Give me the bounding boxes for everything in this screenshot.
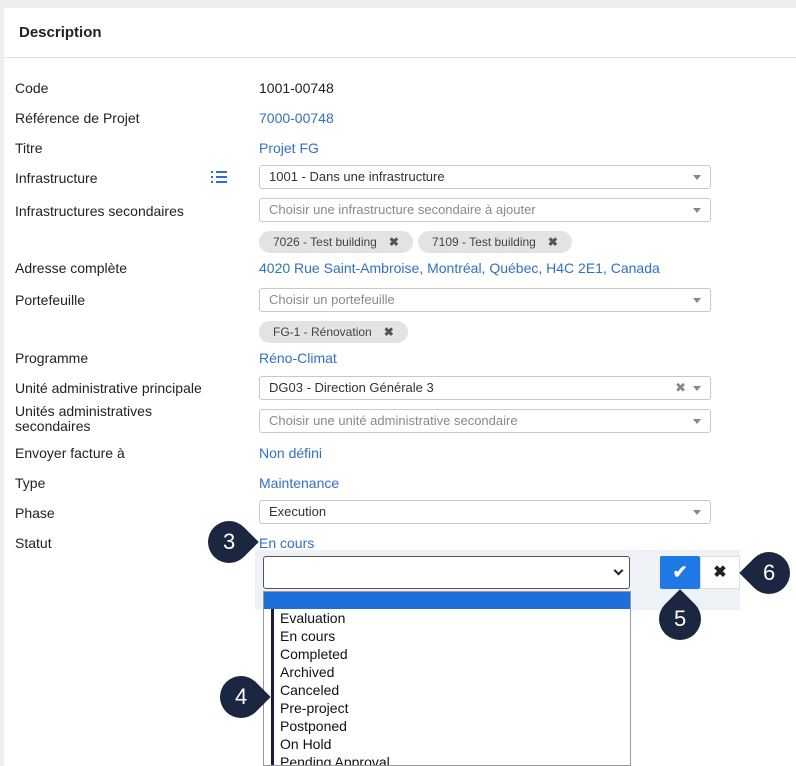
program-label: Programme (15, 350, 89, 366)
invoice-to-label: Envoyer facture à (15, 445, 125, 461)
type-label: Type (15, 475, 46, 491)
main-admin-unit-select[interactable]: DG03 - Direction Générale 3 ✖ (259, 376, 711, 400)
caret-down-icon (693, 175, 701, 180)
status-label: Statut (15, 535, 52, 551)
portfolio-placeholder: Choisir un portefeuille (269, 292, 395, 307)
infrastructure-select[interactable]: 1001 - Dans une infrastructure (259, 165, 711, 189)
secondary-admin-units-label-line1: Unités administratives (15, 403, 152, 419)
secondary-admin-units-label: Unités administratives secondaires (15, 404, 152, 434)
card-title: Description (4, 8, 796, 58)
tag-remove-icon[interactable]: ✖ (389, 235, 399, 249)
chevron-down-icon (613, 565, 624, 576)
secondary-infra-placeholder: Choisir une infrastructure secondaire à … (269, 202, 536, 217)
project-ref-link[interactable]: 7000-00748 (259, 110, 334, 126)
step-marker-6-label: 6 (762, 560, 776, 585)
phase-select[interactable]: Execution (259, 500, 711, 524)
infrastructure-select-value: 1001 - Dans une infrastructure (269, 169, 445, 184)
secondary-admin-units-placeholder: Choisir une unité administrative seconda… (269, 413, 518, 428)
focus-bar (271, 609, 274, 765)
list-icon[interactable] (211, 170, 227, 184)
status-select[interactable] (263, 556, 630, 589)
option-en-cours[interactable]: En cours (264, 627, 630, 645)
address-link[interactable]: 4020 Rue Saint-Ambroise, Montréal, Québe… (259, 260, 660, 276)
infrastructure-label: Infrastructure (15, 170, 98, 186)
option-postponed[interactable]: Postponed (264, 717, 630, 735)
option-empty[interactable] (264, 592, 630, 609)
secondary-infra-select[interactable]: Choisir une infrastructure secondaire à … (259, 198, 711, 222)
tag-label: FG-1 - Rénovation (273, 325, 372, 339)
title-label: Titre (15, 140, 43, 156)
tag-portfolio-1: FG-1 - Rénovation ✖ (259, 321, 408, 343)
caret-down-icon (693, 298, 701, 303)
invoice-to-link[interactable]: Non défini (259, 445, 322, 461)
step-marker-5-label: 5 (673, 606, 687, 631)
main-admin-unit-value: DG03 - Direction Générale 3 (269, 380, 434, 395)
option-archived[interactable]: Archived (264, 663, 630, 681)
project-ref-label: Référence de Projet (15, 110, 140, 126)
type-link[interactable]: Maintenance (259, 475, 339, 491)
option-canceled[interactable]: Canceled (264, 681, 630, 699)
option-evaluation[interactable]: Evaluation (264, 609, 630, 627)
tag-secondary-infra-2: 7109 - Test building ✖ (418, 231, 572, 253)
portfolio-select[interactable]: Choisir un portefeuille (259, 288, 711, 312)
title-link[interactable]: Projet FG (259, 140, 319, 156)
secondary-infra-label: Infrastructures secondaires (15, 203, 184, 219)
option-on-hold[interactable]: On Hold (264, 735, 630, 753)
secondary-admin-units-select[interactable]: Choisir une unité administrative seconda… (259, 409, 711, 433)
main-admin-unit-label: Unité administrative principale (15, 380, 202, 396)
clear-icon[interactable]: ✖ (675, 377, 686, 399)
phase-label: Phase (15, 505, 55, 521)
secondary-admin-units-label-line2: secondaires (15, 418, 91, 434)
phase-select-value: Execution (269, 504, 327, 519)
check-icon: ✔ (672, 562, 688, 582)
program-link[interactable]: Réno-Climat (259, 350, 337, 366)
cancel-button[interactable]: ✖ (700, 556, 740, 589)
option-pending-approval[interactable]: Pending Approval (264, 753, 630, 765)
address-label: Adresse complète (15, 260, 128, 276)
tag-remove-icon[interactable]: ✖ (384, 325, 394, 339)
step-marker-4-label: 4 (234, 684, 248, 709)
code-value: 1001-00748 (259, 80, 334, 96)
tag-remove-icon[interactable]: ✖ (548, 235, 558, 249)
caret-down-icon (693, 386, 701, 391)
status-link[interactable]: En cours (259, 535, 314, 551)
status-options-list: Evaluation En cours Completed Archived C… (263, 591, 631, 766)
caret-down-icon (693, 419, 701, 424)
tag-secondary-infra-1: 7026 - Test building ✖ (259, 231, 413, 253)
tag-label: 7109 - Test building (432, 235, 536, 249)
step-marker-3-label: 3 (222, 529, 236, 554)
code-label: Code (15, 80, 49, 96)
caret-down-icon (693, 208, 701, 213)
option-completed[interactable]: Completed (264, 645, 630, 663)
confirm-button[interactable]: ✔ (660, 556, 700, 589)
portfolio-label: Portefeuille (15, 292, 86, 308)
close-icon: ✖ (713, 564, 727, 581)
caret-down-icon (693, 510, 701, 515)
tag-label: 7026 - Test building (273, 235, 377, 249)
option-pre-project[interactable]: Pre-project (264, 699, 630, 717)
